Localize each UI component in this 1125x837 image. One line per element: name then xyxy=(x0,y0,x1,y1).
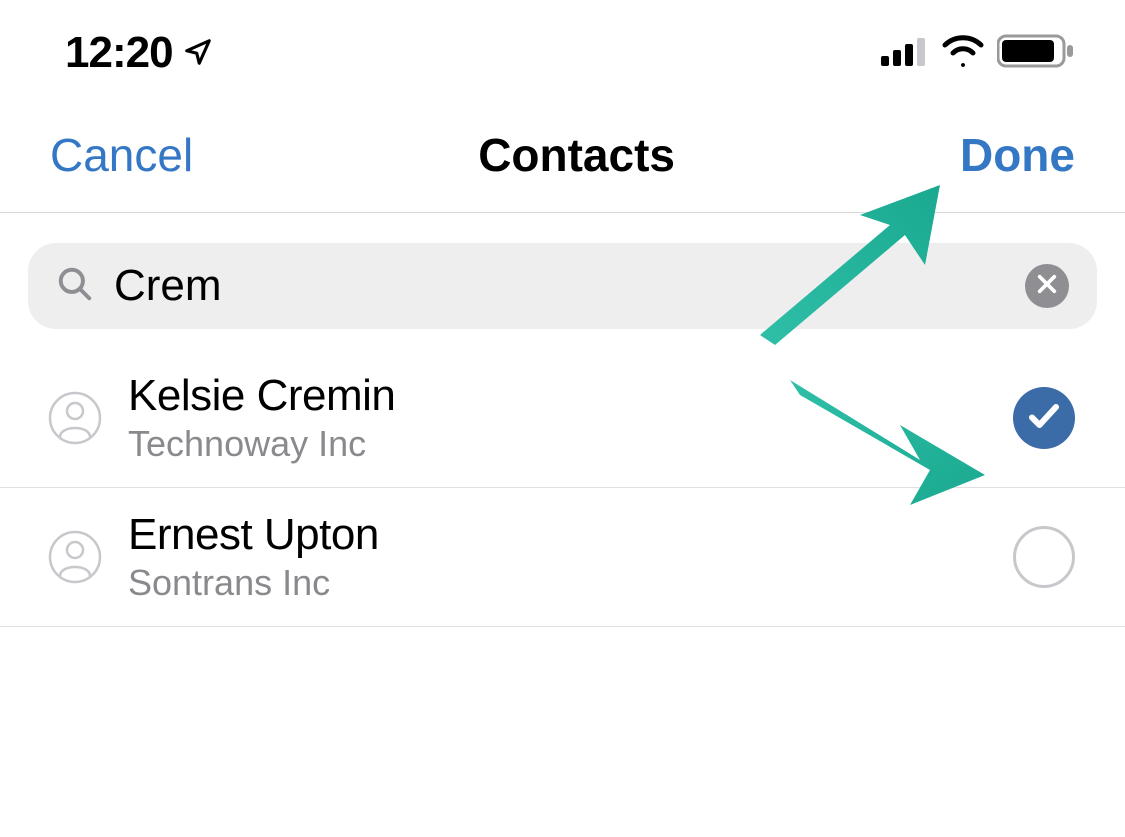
status-left: 12:20 xyxy=(65,28,213,78)
page-title: Contacts xyxy=(478,128,675,182)
status-time: 12:20 xyxy=(65,28,173,78)
battery-icon xyxy=(997,33,1075,74)
contact-company: Sontrans Inc xyxy=(128,562,987,604)
search-field[interactable] xyxy=(28,243,1097,329)
selection-checkbox[interactable] xyxy=(1013,387,1075,449)
selection-checkbox[interactable] xyxy=(1013,526,1075,588)
search-container xyxy=(0,213,1125,349)
avatar-icon xyxy=(48,391,102,445)
close-icon xyxy=(1036,273,1058,300)
clear-search-button[interactable] xyxy=(1025,264,1069,308)
nav-bar: Cancel Contacts Done xyxy=(0,88,1125,213)
contact-row[interactable]: Ernest Upton Sontrans Inc xyxy=(0,488,1125,627)
wifi-icon xyxy=(941,35,985,72)
signal-icon xyxy=(881,36,929,71)
location-icon xyxy=(183,28,213,78)
contact-company: Technoway Inc xyxy=(128,423,987,465)
cancel-button[interactable]: Cancel xyxy=(50,128,193,182)
contact-info: Ernest Upton Sontrans Inc xyxy=(128,510,987,604)
checkmark-icon xyxy=(1026,398,1062,439)
contact-info: Kelsie Cremin Technoway Inc xyxy=(128,371,987,465)
avatar-icon xyxy=(48,530,102,584)
search-input[interactable] xyxy=(114,261,1005,311)
contact-name: Kelsie Cremin xyxy=(128,371,987,421)
status-bar: 12:20 xyxy=(0,0,1125,88)
search-icon xyxy=(56,265,94,308)
status-right xyxy=(881,33,1075,74)
done-button[interactable]: Done xyxy=(960,128,1075,182)
contact-name: Ernest Upton xyxy=(128,510,987,560)
contact-row[interactable]: Kelsie Cremin Technoway Inc xyxy=(0,349,1125,488)
